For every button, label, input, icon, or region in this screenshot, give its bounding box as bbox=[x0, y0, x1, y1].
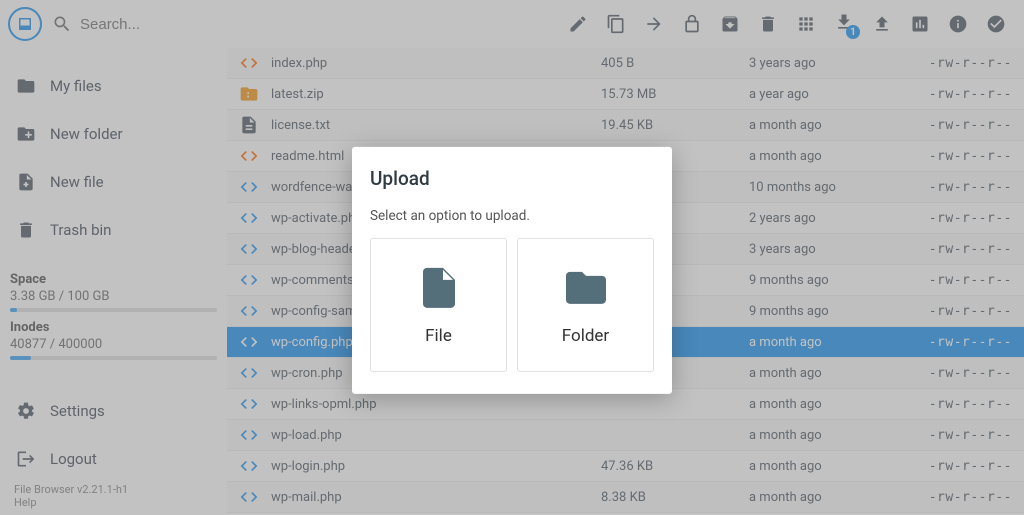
upload-modal: Upload Select an option to upload. File … bbox=[352, 146, 672, 393]
option-label: Folder bbox=[562, 325, 609, 345]
modal-title: Upload bbox=[370, 166, 654, 189]
upload-folder-option[interactable]: Folder bbox=[517, 237, 654, 371]
upload-file-option[interactable]: File bbox=[370, 237, 507, 371]
modal-subtitle: Select an option to upload. bbox=[370, 207, 654, 223]
folder-icon bbox=[562, 263, 610, 311]
file-icon bbox=[415, 263, 463, 311]
option-label: File bbox=[425, 325, 452, 345]
